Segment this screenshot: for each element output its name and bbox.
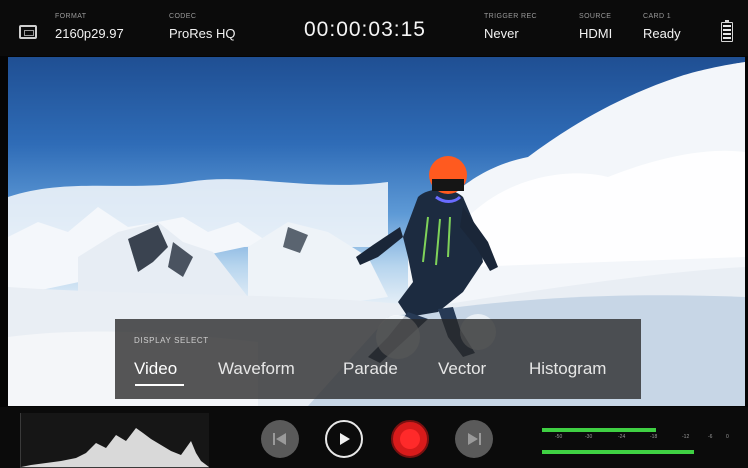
audio-meter-channel-1 <box>542 428 656 432</box>
play-button[interactable] <box>325 420 363 458</box>
format-value: 2160p29.97 <box>55 26 124 41</box>
display-option-video[interactable]: Video <box>134 358 177 380</box>
format-label: FORMAT <box>55 13 87 20</box>
trigger-rec-field[interactable]: TRIGGER REC Never <box>484 12 537 43</box>
codec-field[interactable]: CODEC ProRes HQ <box>169 12 235 43</box>
audio-meter-scale: -50 -30 -24 -18 -12 -6 0 <box>540 434 736 444</box>
display-option-waveform[interactable]: Waveform <box>218 358 295 380</box>
trigger-rec-label: TRIGGER REC <box>484 13 538 20</box>
battery-icon <box>721 20 733 42</box>
display-option-histogram[interactable]: Histogram <box>529 358 606 380</box>
display-option-parade[interactable]: Parade <box>343 358 398 380</box>
meter-tick-label: -50 <box>555 434 563 440</box>
monitor-icon[interactable] <box>19 25 37 39</box>
video-preview[interactable]: DISPLAY SELECT Video Waveform Parade Vec… <box>8 57 745 406</box>
meter-tick-label: -18 <box>650 434 658 440</box>
card-field[interactable]: CARD 1 Ready <box>643 12 681 43</box>
histogram-graph <box>21 428 209 467</box>
meter-tick-label: -24 <box>618 434 626 440</box>
meter-tick-label: -30 <box>585 434 593 440</box>
timecode: 00:00:03:15 <box>304 18 426 41</box>
skip-previous-button[interactable] <box>261 420 299 458</box>
skip-previous-icon <box>273 433 286 445</box>
card-value: Ready <box>643 26 681 41</box>
selected-option-underline <box>135 384 184 386</box>
audio-meters[interactable]: -50 -30 -24 -18 -12 -6 0 <box>540 419 736 463</box>
histogram-display[interactable] <box>20 413 209 468</box>
trigger-rec-value: Never <box>484 26 519 41</box>
monitor-screen: FORMAT 2160p29.97 CODEC ProRes HQ 00:00:… <box>0 0 748 468</box>
record-icon <box>400 429 420 449</box>
meter-tick-label: 0 <box>726 434 729 440</box>
meter-tick-label: -12 <box>682 434 690 440</box>
codec-value: ProRes HQ <box>169 26 236 41</box>
format-field[interactable]: FORMAT 2160p29.97 <box>55 12 124 43</box>
skip-next-icon <box>468 433 481 445</box>
source-field[interactable]: SOURCE HDMI <box>579 12 612 43</box>
status-bar: FORMAT 2160p29.97 CODEC ProRes HQ 00:00:… <box>0 0 748 56</box>
display-option-vector[interactable]: Vector <box>438 358 486 380</box>
record-button[interactable] <box>391 420 429 458</box>
source-label: SOURCE <box>579 13 612 20</box>
source-value: HDMI <box>579 26 613 41</box>
audio-meter-channel-2 <box>542 450 694 454</box>
display-select-panel: DISPLAY SELECT Video Waveform Parade Vec… <box>115 319 641 399</box>
skip-next-button[interactable] <box>455 420 493 458</box>
codec-label: CODEC <box>169 13 197 20</box>
play-icon <box>340 433 350 445</box>
meter-tick-label: -6 <box>708 434 713 440</box>
display-select-title: DISPLAY SELECT <box>134 336 209 345</box>
bottom-control-bar: -50 -30 -24 -18 -12 -6 0 <box>0 407 748 468</box>
card-label: CARD 1 <box>643 13 672 20</box>
